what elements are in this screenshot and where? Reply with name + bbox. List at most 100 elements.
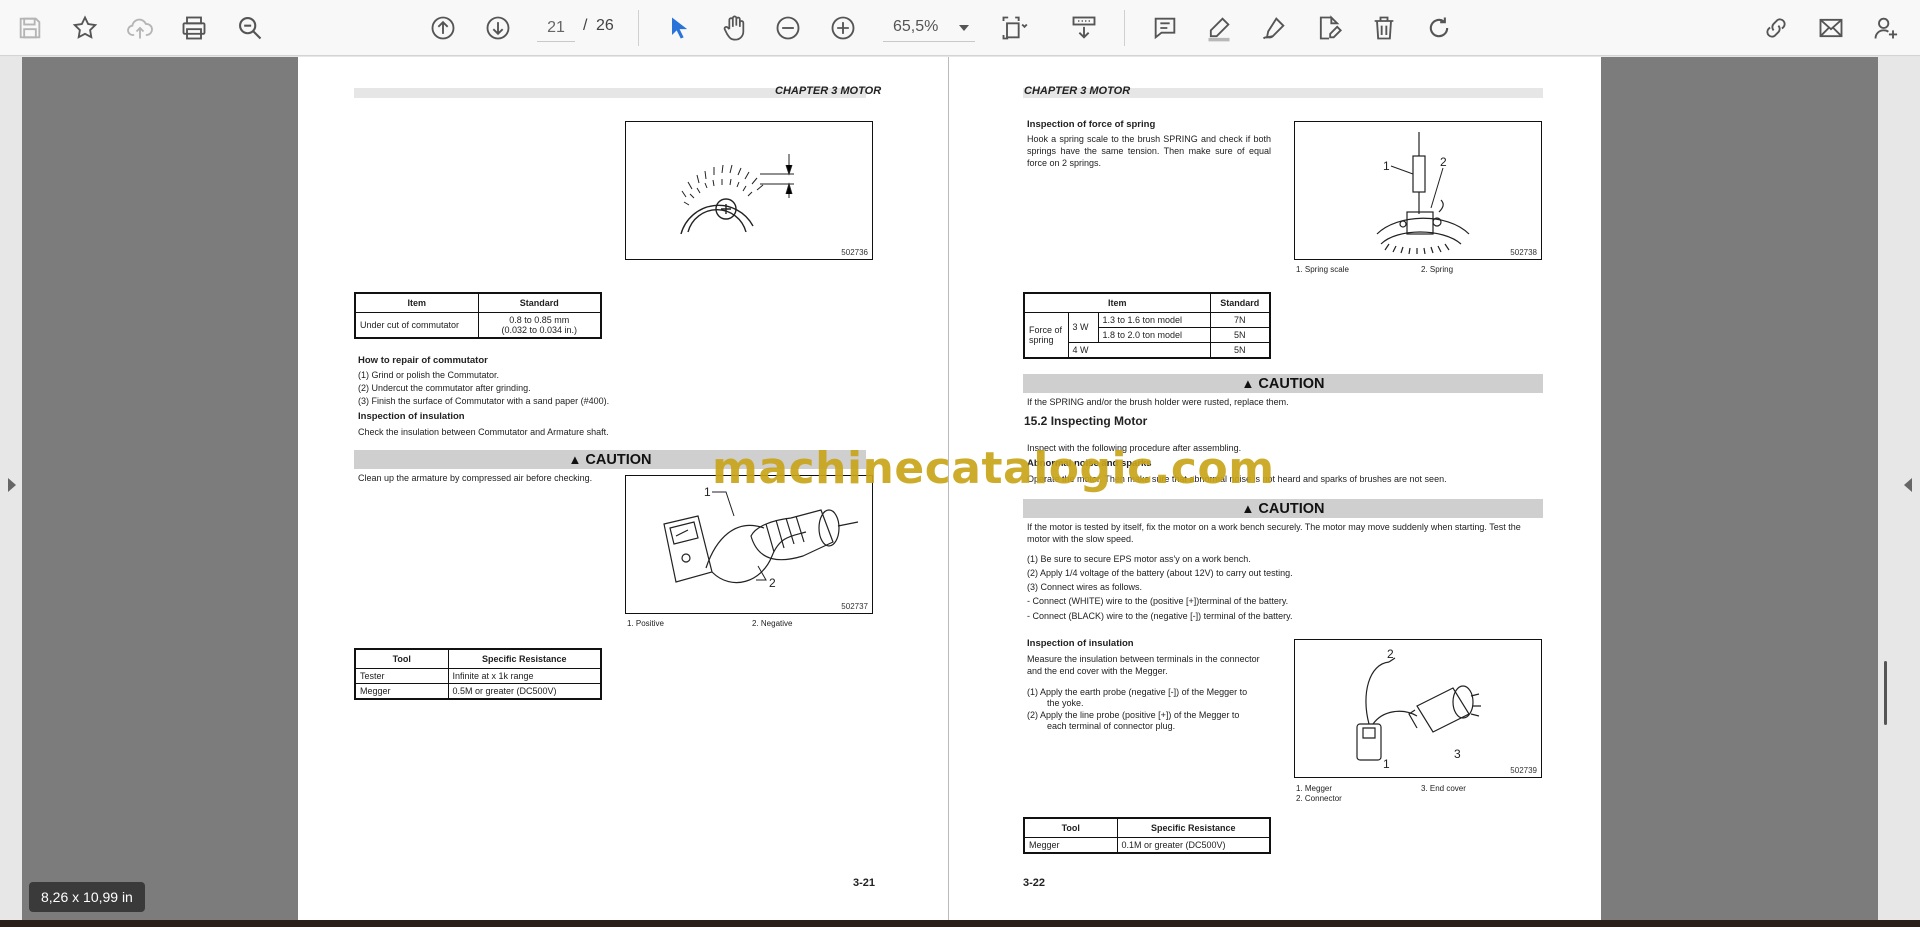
insulation-heading: Inspection of insulation: [358, 411, 465, 422]
add-user-icon[interactable]: [1868, 10, 1904, 46]
highlight-pen-icon[interactable]: [1201, 10, 1237, 46]
link-edit-icon[interactable]: [1758, 10, 1794, 46]
page-total: 26: [596, 17, 614, 34]
save-icon[interactable]: [12, 10, 48, 46]
table-header: Tool: [1023, 817, 1118, 838]
fit-page-icon[interactable]: [996, 10, 1032, 46]
commutator-undercut-figure: 502736: [625, 121, 873, 260]
caution-label: CAUTION: [585, 452, 652, 468]
page-number: 3-22: [1023, 877, 1046, 889]
right-panel-toggle-icon[interactable]: [1904, 478, 1912, 492]
table-row: Tester Infinite at x 1k range: [354, 667, 602, 684]
edit-document-icon[interactable]: [1311, 10, 1347, 46]
table-header: Specific Resistance: [447, 648, 602, 669]
zoom-level-dropdown[interactable]: 65,5%: [883, 14, 975, 42]
scroll-mode-icon[interactable]: [1066, 10, 1102, 46]
insulation-step: each terminal of connector plug.: [1047, 721, 1176, 731]
table-header: Specific Resistance: [1116, 817, 1271, 838]
spring-force-table: Item Standard Force of spring 3 W 1.3 to…: [1023, 292, 1271, 359]
page-number: 3-21: [853, 877, 876, 889]
callout-label: 3: [1454, 747, 1461, 761]
toolbar-divider: [1124, 10, 1125, 46]
commutator-drawing: [680, 154, 794, 235]
table-header: Item: [354, 292, 479, 313]
figure-caption: 2. Spring: [1421, 265, 1454, 274]
figure-caption: 3. End cover: [1421, 784, 1466, 793]
caution-banner: ▲ CAUTION: [1023, 499, 1543, 518]
repair-step: (1) Grind or polish the Commutator.: [358, 370, 500, 380]
page-down-icon[interactable]: [480, 10, 516, 46]
callout-label: 1: [1383, 159, 1390, 173]
chapter-title: CHAPTER 3 MOTOR: [1024, 85, 1131, 97]
repair-heading: How to repair of commutator: [358, 355, 488, 366]
insulation-text: Check the insulation between Commutator …: [358, 427, 609, 437]
hand-tool-icon[interactable]: [716, 10, 752, 46]
table-cell: 1.8 to 2.0 ton model: [1097, 326, 1211, 343]
figure-caption: 1. Spring scale: [1296, 265, 1349, 274]
procedure-step: (1) Be sure to secure EPS motor ass'y on…: [1027, 554, 1251, 564]
zoom-out-icon[interactable]: [770, 10, 806, 46]
page-separator: /: [583, 17, 588, 34]
table-cell: 1.3 to 1.6 ton model: [1097, 311, 1211, 328]
table-cell: 5N: [1209, 341, 1271, 358]
caution-label: CAUTION: [1258, 501, 1325, 517]
megger-resistance-table: Tool Specific Resistance Megger 0.1M or …: [1023, 817, 1271, 854]
callout-label: 1: [704, 485, 711, 499]
commutator-spec-table: Item Standard Under cut of commutator 0.…: [354, 292, 602, 339]
table-cell: Megger: [1023, 836, 1118, 853]
megger-figure: 2 1 3 502739: [1294, 639, 1542, 778]
taskbar-strip: [0, 920, 1920, 927]
table-cell: Infinite at x 1k range: [447, 667, 602, 684]
table-header: Standard: [477, 292, 602, 313]
table-cell: Megger: [354, 682, 449, 699]
watermark-text: machinecatalogic.com: [712, 443, 1275, 494]
zoom-search-icon[interactable]: [232, 10, 268, 46]
table-header: Tool: [354, 648, 449, 669]
left-margin-band: [22, 57, 298, 920]
page-number-input[interactable]: [537, 14, 575, 42]
table-cell: 0.8 to 0.85 mm (0.032 to 0.034 in.): [477, 311, 602, 338]
table-cell: Force of spring: [1023, 311, 1069, 358]
table-cell: 0.1M or greater (DC500V): [1116, 836, 1271, 853]
print-icon[interactable]: [176, 10, 212, 46]
spring-heading: Inspection of force of spring: [1027, 119, 1156, 130]
right-margin-band: [1600, 57, 1878, 920]
comment-icon[interactable]: [1147, 10, 1183, 46]
callout-label: 1: [1383, 757, 1390, 771]
table-row: Megger 0.1M or greater (DC500V): [1023, 836, 1271, 853]
delete-trash-icon[interactable]: [1366, 10, 1402, 46]
caution-text: If the motor is tested by itself, fix th…: [1027, 522, 1521, 545]
table-cell: 0.5M or greater (DC500V): [447, 682, 602, 699]
callout-label: 2: [1387, 647, 1394, 661]
email-icon[interactable]: [1813, 10, 1849, 46]
section-title: 15.2 Inspecting Motor: [1024, 414, 1148, 428]
cloud-upload-icon[interactable]: [122, 10, 158, 46]
caution-text: Clean up the armature by compressed air …: [358, 473, 593, 483]
toolbar-divider: [638, 10, 639, 46]
repair-step: (3) Finish the surface of Commutator wit…: [358, 396, 610, 406]
page-up-icon[interactable]: [425, 10, 461, 46]
warning-triangle-icon: ▲: [1241, 376, 1255, 391]
callout-label: 2: [769, 576, 776, 590]
toolbar: / 26 65,5%: [0, 0, 1920, 56]
bookmark-star-icon[interactable]: [67, 10, 103, 46]
insulation-step: the yoke.: [1047, 698, 1084, 708]
chapter-title: CHAPTER 3 MOTOR: [775, 85, 882, 97]
table-cell: 4 W: [1067, 341, 1211, 358]
select-cursor-icon[interactable]: [661, 10, 697, 46]
left-panel-toggle-icon[interactable]: [8, 478, 16, 492]
rotate-redo-icon[interactable]: [1421, 10, 1457, 46]
insulation-text: Measure the insulation between terminals…: [1027, 654, 1260, 677]
table-cell: 3 W: [1067, 311, 1099, 343]
document-viewport[interactable]: CHAPTER 3 MOTOR 502736 Item Standard Und…: [0, 57, 1920, 920]
draw-freehand-icon[interactable]: [1256, 10, 1292, 46]
chevron-down-icon: [959, 25, 969, 31]
caution-text: If the SPRING and/or the brush holder we…: [1027, 397, 1289, 407]
zoom-in-icon[interactable]: [825, 10, 861, 46]
warning-triangle-icon: ▲: [1241, 501, 1255, 516]
callout-label: 2: [1440, 155, 1447, 169]
figure-id: 502739: [1510, 766, 1537, 775]
vertical-scrollbar-thumb[interactable]: [1884, 661, 1887, 725]
table-cell-line: 0.8 to 0.85 mm: [509, 314, 570, 325]
figure-caption: 2. Connector: [1296, 794, 1342, 803]
